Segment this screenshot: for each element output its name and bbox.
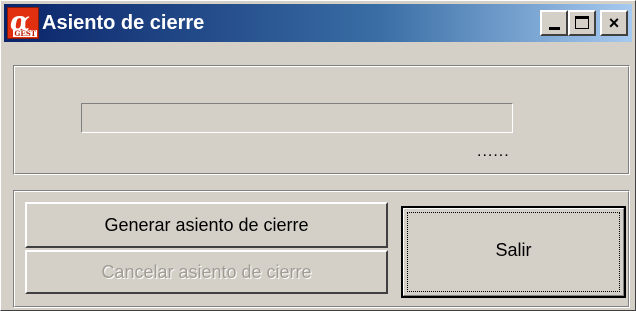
close-button[interactable]: × xyxy=(600,10,628,36)
maximize-icon xyxy=(575,16,589,29)
title-bar[interactable]: α GEST Asiento de cierre × xyxy=(4,4,632,42)
maximize-button[interactable] xyxy=(568,10,596,36)
window-title: Asiento de cierre xyxy=(42,12,205,34)
cancelar-asiento-button[interactable]: Cancelar asiento de cierre xyxy=(25,250,388,294)
progress-group: ...... xyxy=(13,65,630,175)
progress-bar xyxy=(81,103,513,133)
close-icon: × xyxy=(608,13,620,33)
main-window: α GEST Asiento de cierre × ...... Generar… xyxy=(0,0,636,311)
salir-button[interactable]: Salir xyxy=(401,206,626,298)
buttons-group: Generar asiento de cierre Cancelar asien… xyxy=(13,190,630,308)
minimize-icon xyxy=(549,27,560,30)
alpha-logo-icon[interactable]: α GEST xyxy=(7,7,39,39)
minimize-button[interactable] xyxy=(540,10,568,36)
status-text: ...... xyxy=(477,143,510,160)
generar-asiento-button[interactable]: Generar asiento de cierre xyxy=(25,202,388,248)
